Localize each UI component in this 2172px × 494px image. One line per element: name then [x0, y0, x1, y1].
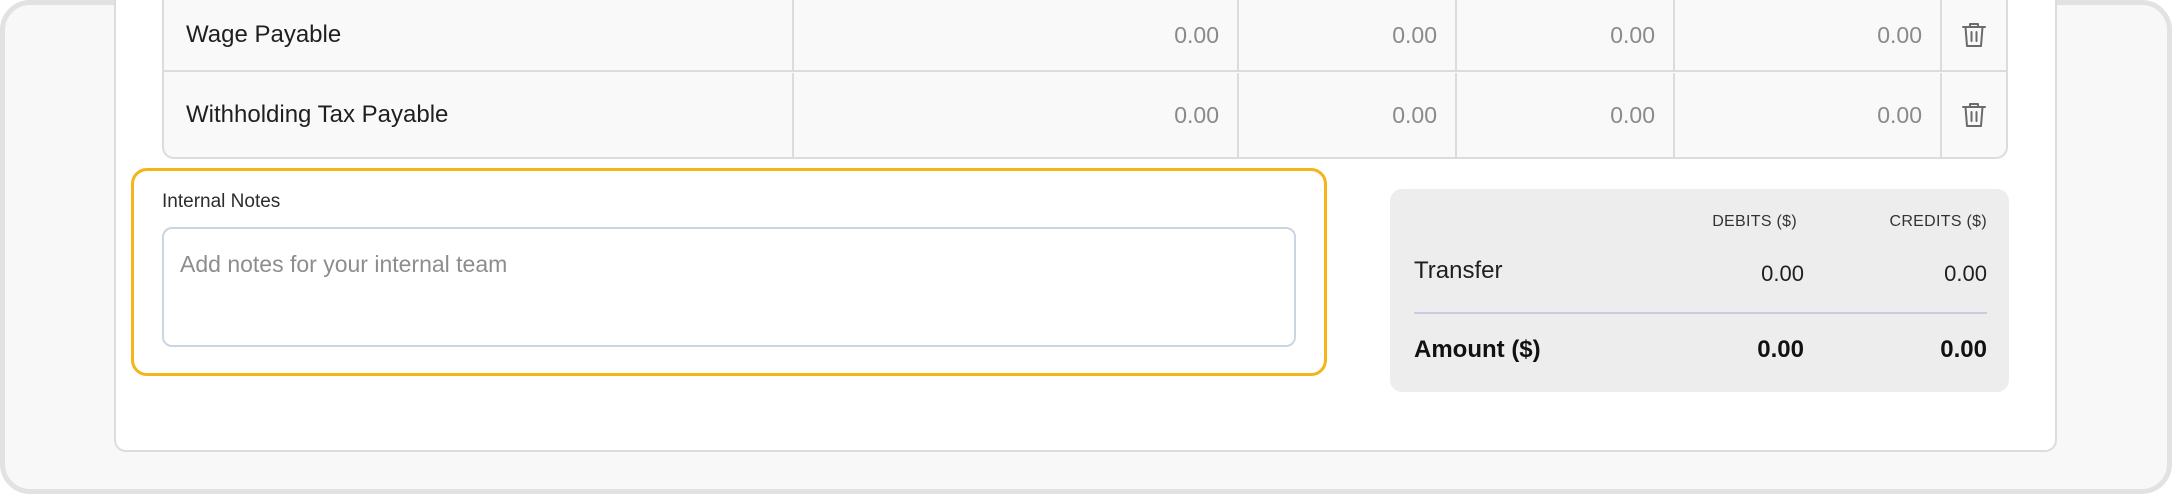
debits-header: DEBITS ($)	[1712, 213, 1797, 230]
amount-debits-value: 0.00	[1757, 336, 1804, 363]
account-cell[interactable]: Withholding Tax Payable	[164, 73, 794, 157]
amount-cell[interactable]: 0.00	[1675, 0, 1942, 70]
internal-notes-input[interactable]	[162, 227, 1296, 347]
account-cell[interactable]: Wage Payable	[164, 0, 794, 70]
table-row: Withholding Tax Payable 0.00 0.00 0.00 0…	[164, 73, 2006, 157]
delete-row-button[interactable]	[1942, 0, 2006, 70]
amount-cell[interactable]: 0.00	[1239, 73, 1457, 157]
amount-cell[interactable]: 0.00	[794, 0, 1239, 70]
trash-icon[interactable]	[1961, 21, 1987, 49]
trash-icon[interactable]	[1961, 101, 1987, 129]
transfer-credits-value: 0.00	[1944, 261, 1987, 286]
amount-cell[interactable]: 0.00	[794, 73, 1239, 157]
delete-row-button[interactable]	[1942, 73, 2006, 157]
amount-label: Amount ($)	[1414, 336, 1541, 363]
amount-cell[interactable]: 0.00	[1675, 73, 1942, 157]
amount-cell[interactable]: 0.00	[1457, 73, 1675, 157]
credits-header: CREDITS ($)	[1889, 213, 1987, 230]
totals-summary: DEBITS ($) CREDITS ($) Transfer 0.00 0.0…	[1390, 189, 2009, 392]
amount-credits-value: 0.00	[1940, 336, 1987, 363]
internal-notes-label: Internal Notes	[162, 191, 281, 212]
internal-notes-section: Internal Notes	[131, 168, 1327, 376]
journal-lines-table: Wage Payable 0.00 0.00 0.00 0.00 Withhol…	[162, 0, 2008, 159]
totals-divider	[1414, 312, 1987, 314]
transfer-debits-value: 0.00	[1761, 261, 1804, 286]
amount-cell[interactable]: 0.00	[1239, 0, 1457, 70]
amount-cell[interactable]: 0.00	[1457, 0, 1675, 70]
table-row: Wage Payable 0.00 0.00 0.00 0.00	[164, 0, 2006, 72]
transfer-label: Transfer	[1414, 257, 1503, 284]
